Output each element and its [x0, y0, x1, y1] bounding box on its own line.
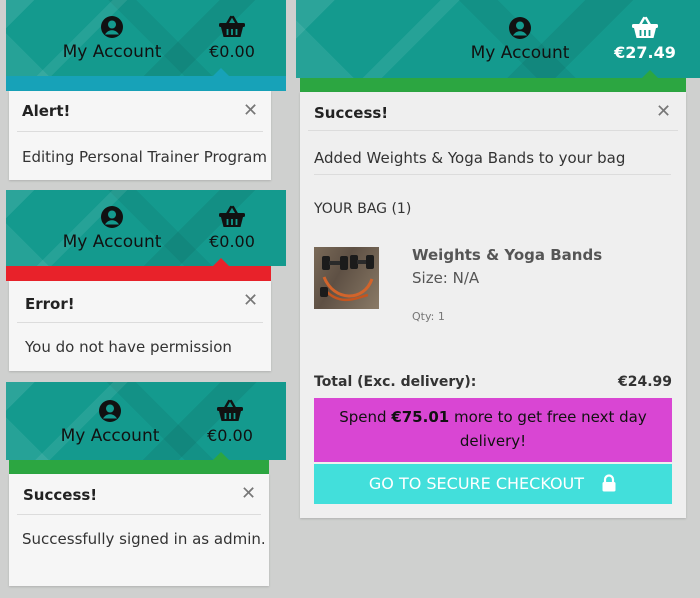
toast-message: Editing Personal Trainer Program	[22, 148, 267, 166]
success-toast: Success! ✕ Successfully signed in as adm…	[9, 474, 269, 586]
bag-total: €0.00	[209, 232, 255, 251]
my-account-label: My Account	[62, 42, 162, 62]
bag-link[interactable]: €0.00	[202, 205, 262, 251]
toast-divider	[308, 130, 678, 131]
toast-title: Success!	[23, 486, 98, 504]
bag-link[interactable]: €0.00	[200, 399, 260, 445]
my-account-link[interactable]: My Account	[62, 15, 162, 62]
toast-title: Success!	[314, 104, 389, 122]
user-circle-icon	[62, 15, 162, 39]
alert-toast: Alert! ✕ Editing Personal Trainer Progra…	[9, 91, 271, 180]
bag-notch	[642, 70, 658, 78]
my-account-link[interactable]: My Account	[470, 16, 570, 63]
toast-divider	[17, 514, 261, 515]
delivery-suffix: more to get free next day	[449, 408, 647, 426]
product-name[interactable]: Weights & Yoga Bands	[412, 246, 602, 264]
secure-checkout-button[interactable]: GO TO SECURE CHECKOUT	[314, 464, 672, 504]
total-label: Total (Exc. delivery):	[314, 374, 477, 390]
alert-notch	[213, 68, 229, 76]
success-accent-bar	[9, 460, 269, 474]
shopping-basket-icon	[612, 16, 678, 40]
toast-title: Error!	[25, 295, 75, 313]
message-divider	[314, 174, 671, 175]
my-account-link[interactable]: My Account	[62, 205, 162, 252]
my-account-label: My Account	[60, 426, 160, 446]
product-qty: Qty: 1	[412, 310, 445, 323]
toast-divider	[17, 322, 263, 323]
toast-message: Added Weights & Yoga Bands to your bag	[314, 149, 626, 167]
my-account-label: My Account	[470, 43, 570, 63]
header-error: My Account €0.00	[6, 190, 286, 266]
error-notch	[213, 258, 229, 266]
delivery-line-1: Spend €75.01 more to get free next day	[314, 408, 672, 426]
toast-message: You do not have permission	[25, 338, 232, 356]
close-icon[interactable]: ✕	[241, 483, 256, 504]
close-icon[interactable]: ✕	[243, 290, 258, 311]
toast-title: Alert!	[22, 102, 71, 120]
close-icon[interactable]: ✕	[656, 101, 671, 122]
bag-link[interactable]: €27.49	[612, 16, 678, 62]
shopping-basket-icon	[202, 205, 262, 229]
bag-link[interactable]: €0.00	[202, 15, 262, 61]
bag-total: €27.49	[614, 43, 676, 62]
total-value: €24.99	[617, 374, 672, 390]
my-account-link[interactable]: My Account	[60, 399, 160, 446]
header-success: My Account €0.00	[6, 382, 286, 460]
alert-accent-bar	[6, 76, 286, 91]
free-delivery-banner: Spend €75.01 more to get free next day d…	[314, 398, 672, 462]
bag-accent-bar	[300, 78, 686, 92]
product-image	[314, 247, 379, 309]
bag-toast: Success! ✕ Added Weights & Yoga Bands to…	[300, 92, 686, 518]
product-size: Size: N/A	[412, 269, 480, 287]
checkout-label: GO TO SECURE CHECKOUT	[368, 474, 585, 493]
toast-message: Successfully signed in as admin.	[22, 530, 266, 548]
close-icon[interactable]: ✕	[243, 100, 258, 121]
header-alert: My Account €0.00	[6, 0, 286, 76]
success-notch	[213, 452, 229, 460]
bag-total: €0.00	[209, 42, 255, 61]
bag-total: €0.00	[207, 426, 253, 445]
bag-heading: YOUR BAG (1)	[314, 201, 412, 217]
header-bag: My Account €27.49	[296, 0, 700, 78]
error-toast: Error! ✕ You do not have permission	[9, 281, 271, 371]
shopping-basket-icon	[202, 15, 262, 39]
user-circle-icon	[62, 205, 162, 229]
toast-divider	[17, 131, 263, 132]
shopping-basket-icon	[200, 399, 260, 423]
delivery-amount: €75.01	[391, 408, 450, 426]
my-account-label: My Account	[62, 232, 162, 252]
delivery-line-2: delivery!	[459, 432, 527, 450]
user-circle-icon	[470, 16, 570, 40]
delivery-prefix: Spend	[339, 408, 392, 426]
lock-icon	[601, 467, 617, 507]
error-accent-bar	[6, 266, 271, 281]
user-circle-icon	[60, 399, 160, 423]
